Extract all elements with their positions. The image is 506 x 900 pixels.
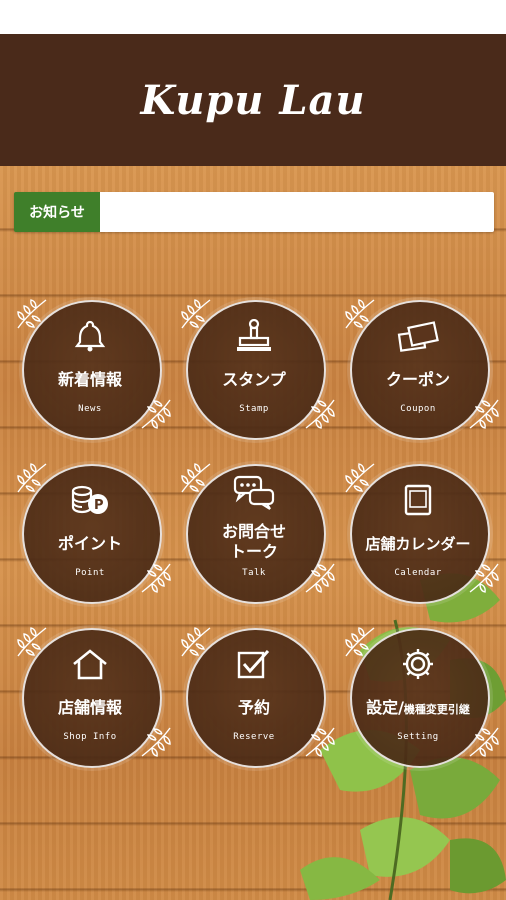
menu-label-small: 機種変更引継: [403, 703, 470, 716]
wreath-sprig-decoration: [305, 399, 335, 429]
wreath-sprig-decoration: [17, 463, 47, 493]
menu-label: 予約: [237, 698, 270, 717]
wreath-sprig-decoration: [469, 563, 499, 593]
menu-label: クーポン: [385, 370, 450, 389]
wreath-sprig-decoration: [345, 299, 375, 329]
wreath-sprig-decoration: [181, 627, 211, 657]
status-bar: [0, 0, 506, 34]
wreath-sprig-decoration: [305, 563, 335, 593]
wreath-sprig-decoration: [181, 463, 211, 493]
menu-item-reserve[interactable]: 予約 Reserve: [181, 627, 335, 768]
svg-text:P: P: [94, 498, 104, 513]
wreath-sprig-decoration: [345, 627, 375, 657]
menu-label: ポイント: [57, 534, 122, 553]
wreath-sprig-decoration: [141, 399, 171, 429]
menu-item-stamp[interactable]: スタンプ Stamp: [181, 299, 335, 440]
menu-item-shop-info[interactable]: 店舗情報 Shop Info: [17, 627, 171, 768]
menu-label: 新着情報: [57, 370, 122, 389]
wreath-sprig-decoration: [141, 563, 171, 593]
menu-item-coupon[interactable]: クーポン Coupon: [345, 299, 499, 440]
app-title: Kupu Lau: [140, 76, 366, 124]
menu-item-setting[interactable]: 設定/機種変更引継 Setting: [345, 627, 499, 768]
notice-ticker[interactable]: [100, 192, 494, 232]
menu-label: スタンプ: [222, 370, 286, 389]
menu-label: 店舗情報: [57, 698, 122, 717]
app-header: Kupu Lau: [0, 34, 506, 166]
menu-item-news[interactable]: 新着情報 News: [17, 299, 171, 440]
wreath-sprig-decoration: [345, 463, 375, 493]
menu-label: お問合せ トーク: [186, 522, 322, 562]
menu-item-calendar[interactable]: 店舗カレンダー Calendar: [345, 463, 499, 604]
notice-label: お知らせ: [14, 192, 100, 232]
wreath-sprig-decoration: [17, 299, 47, 329]
wreath-sprig-decoration: [17, 627, 47, 657]
menu-label: 設定/機種変更引継: [350, 698, 486, 720]
menu-label: 店舗カレンダー: [365, 535, 471, 553]
wreath-sprig-decoration: [469, 727, 499, 757]
menu-item-point[interactable]: P ポイント Point: [17, 463, 171, 604]
wreath-sprig-decoration: [141, 727, 171, 757]
wreath-sprig-decoration: [469, 399, 499, 429]
wreath-sprig-decoration: [181, 299, 211, 329]
menu-label-main: 設定/: [366, 698, 404, 717]
wreath-sprig-decoration: [305, 727, 335, 757]
notice-bar[interactable]: お知らせ: [14, 192, 494, 232]
menu-label-line1: お問合せ: [221, 522, 286, 541]
menu-item-talk[interactable]: お問合せ トーク Talk: [181, 463, 335, 604]
